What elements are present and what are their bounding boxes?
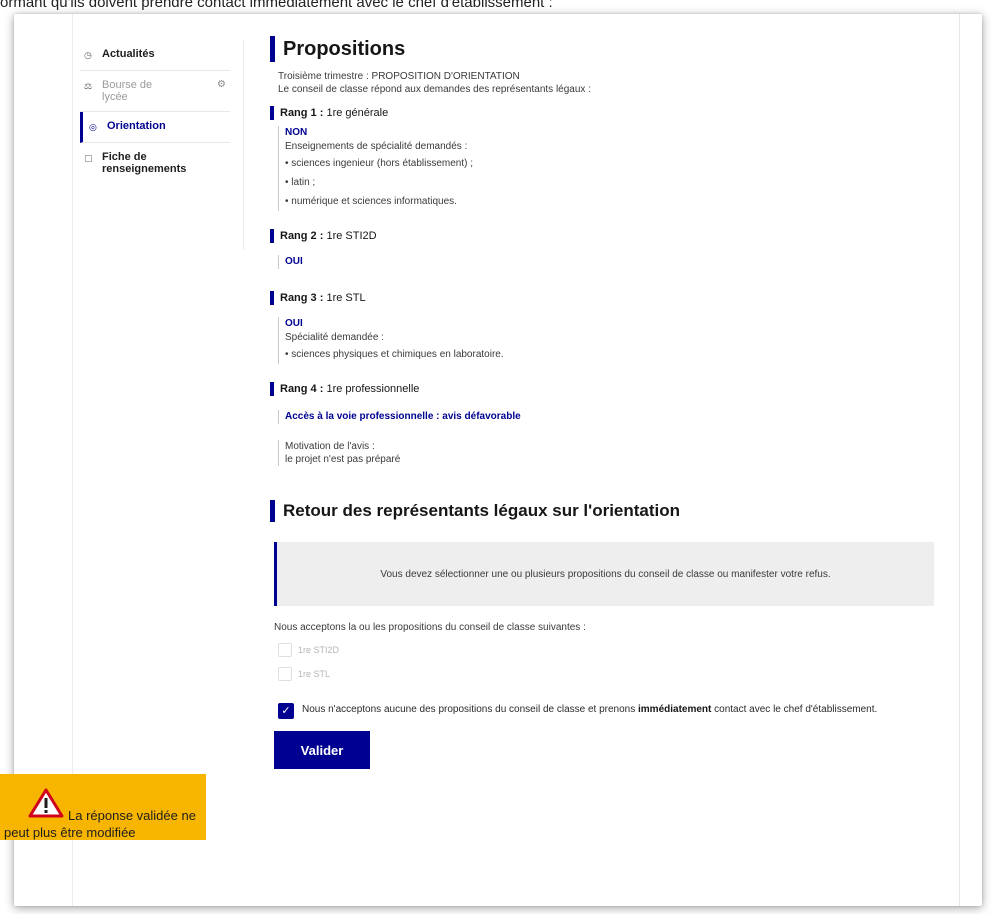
motivation-block: Motivation de l'avis : le projet n'est p… (278, 440, 935, 466)
rank-number: Rang 3 : (280, 292, 324, 304)
proposal-1: NON Enseignements de spécialité demandés… (278, 126, 935, 211)
submit-button[interactable]: Valider (274, 731, 370, 769)
clock-icon: ◷ (84, 50, 92, 60)
document-icon: ▢ (84, 153, 93, 163)
warning-banner: La réponse validée ne peut plus être mod… (0, 774, 206, 840)
option-sti2d[interactable]: 1re STI2D (278, 643, 935, 657)
motivation-text: le projet n'est pas préparé (285, 454, 401, 465)
info-alert: Vous devez sélectionner une ou plusieurs… (274, 542, 934, 606)
verdict-badge: OUI (285, 318, 303, 329)
refuse-text-end: contact avec le chef d'établissement. (711, 704, 878, 715)
sidebar-item-bourse[interactable]: ⚖ Bourse de lycée ⚙ (80, 71, 230, 112)
verdict-badge: OUI (285, 256, 303, 267)
checkbox-checked[interactable]: ✓ (278, 703, 294, 719)
sidebar-nav: ◷ Actualités ⚖ Bourse de lycée ⚙ ◎ Orien… (80, 40, 230, 183)
verdict-badge: NON (285, 127, 308, 138)
gear-icon: ⚙ (217, 79, 226, 90)
option-label: 1re STL (298, 669, 331, 679)
page-title: Propositions (270, 36, 935, 62)
motivation-label: Motivation de l'avis : (285, 441, 375, 452)
rank-heading-2: Rang 2 : 1re STI2D (270, 229, 935, 243)
rank-number: Rang 4 : (280, 383, 324, 395)
intro-line-1: Troisième trimestre : PROPOSITION D'ORIE… (278, 71, 520, 82)
proposal-4: Accès à la voie professionnelle : avis d… (278, 410, 935, 424)
sidebar-item-label: Actualités (102, 48, 155, 60)
spec-label: Spécialité demandée : (285, 332, 384, 343)
list-item: sciences ingenieur (hors établissement) … (285, 154, 935, 173)
rank-number: Rang 1 : (280, 107, 324, 119)
spec-list: sciences physiques et chimiques en labor… (285, 345, 935, 364)
refuse-option[interactable]: ✓ Nous n'acceptons aucune des propositio… (278, 703, 935, 719)
checkbox[interactable] (278, 667, 292, 681)
alert-text: Vous devez sélectionner une ou plusieurs… (380, 568, 831, 580)
spec-label: Enseignements de spécialité demandés : (285, 141, 468, 152)
refuse-text-start: Nous n'acceptons aucune des propositions… (302, 704, 639, 715)
rank-heading-3: Rang 3 : 1re STL (270, 291, 935, 305)
refuse-text-bold: immédiatement (638, 704, 712, 715)
rank-choice: 1re générale (326, 107, 389, 119)
main-content: Propositions Troisième trimestre : PROPO… (270, 36, 935, 769)
refuse-label: Nous n'acceptons aucune des propositions… (302, 703, 877, 717)
sidebar-item-label: Bourse de lycée (102, 79, 153, 103)
rank-number: Rang 2 : (280, 230, 324, 242)
list-item: latin ; (285, 173, 935, 192)
rank-choice: 1re professionnelle (326, 383, 420, 395)
warning-icon (28, 788, 64, 818)
warning-text-line1: La réponse validée ne (68, 808, 196, 823)
rank-choice: 1re STI2D (326, 230, 377, 242)
sidebar-divider (243, 40, 244, 250)
option-label: 1re STI2D (298, 645, 340, 655)
sidebar-item-fiche[interactable]: ▢ Fiche de renseignements (80, 143, 230, 183)
rank-heading-4: Rang 4 : 1re professionnelle (270, 382, 935, 396)
sidebar-item-actualites[interactable]: ◷ Actualités (80, 40, 230, 71)
rank-heading-1: Rang 1 : 1re générale (270, 106, 935, 120)
rank-choice: 1re STL (326, 292, 366, 304)
list-item: numérique et sciences informatiques. (285, 192, 935, 211)
list-item: sciences physiques et chimiques en labor… (285, 345, 935, 364)
warning-text-line2: peut plus être modifiée (4, 825, 136, 840)
option-stl[interactable]: 1re STL (278, 667, 935, 681)
proposal-2: OUI (278, 255, 935, 269)
card-left-rule (72, 14, 73, 906)
proposal-3: OUI Spécialité demandée : sciences physi… (278, 317, 935, 364)
intro-line-2: Le conseil de classe répond aux demandes… (278, 84, 591, 95)
card-right-rule (959, 14, 960, 906)
spec-list: sciences ingenieur (hors établissement) … (285, 154, 935, 211)
compass-icon: ◎ (89, 122, 97, 132)
checkbox[interactable] (278, 643, 292, 657)
sidebar-item-orientation[interactable]: ◎ Orientation (80, 112, 230, 143)
sidebar-item-label: Fiche de renseignements (102, 151, 187, 175)
verdict-badge: Accès à la voie professionnelle : avis d… (285, 411, 521, 422)
section-title-retour: Retour des représentants légaux sur l'or… (270, 500, 935, 522)
accept-label: Nous acceptons la ou les propositions du… (274, 622, 586, 633)
sidebar-item-label: Orientation (107, 120, 166, 132)
scale-icon: ⚖ (84, 81, 93, 91)
truncated-instruction-text: ormant qu'ils doivent prendre contact im… (0, 0, 553, 11)
